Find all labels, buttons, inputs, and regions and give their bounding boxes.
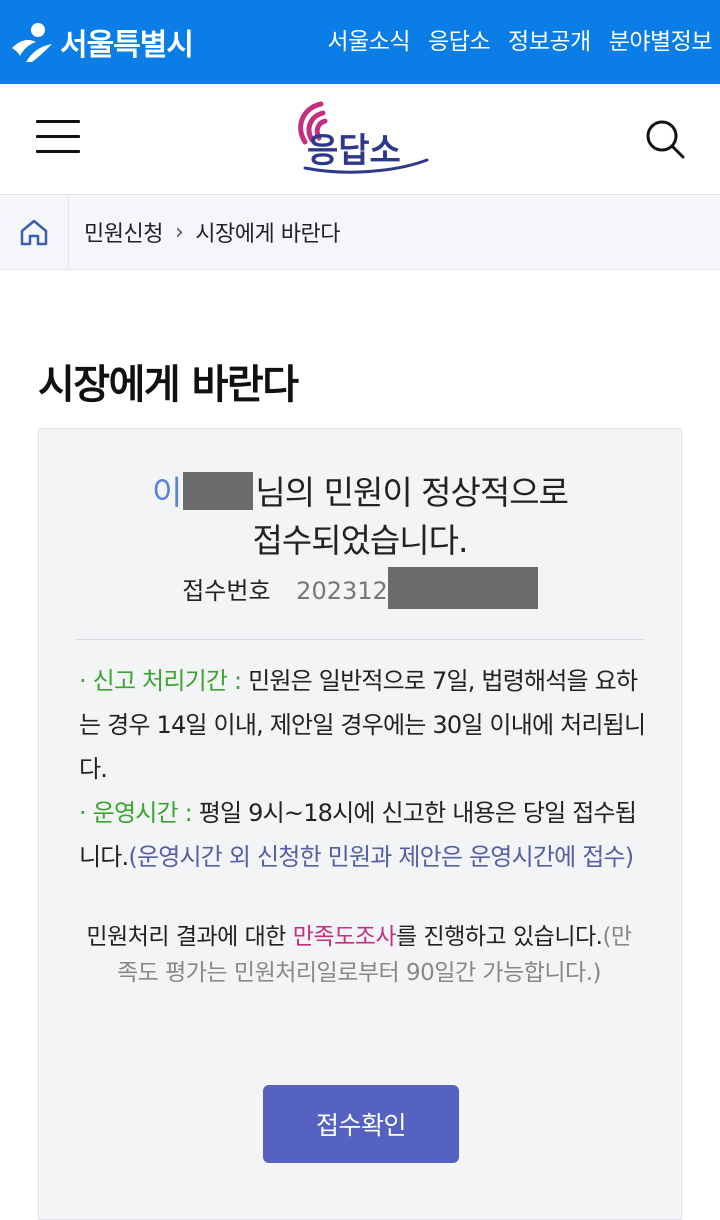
divider <box>77 639 643 640</box>
breadcrumb-item-complaint[interactable]: 민원신청 <box>84 216 163 248</box>
home-icon <box>20 219 48 246</box>
search-icon[interactable] <box>644 118 686 160</box>
top-bar: 서울특별시 서울소식 응답소 정보공개 분야별정보 <box>0 0 720 84</box>
seoul-logo[interactable]: 서울특별시 <box>8 14 194 70</box>
redaction-mask <box>387 567 538 609</box>
nav-seoul-news[interactable]: 서울소식 <box>327 22 410 56</box>
seoul-emblem-icon <box>12 23 52 62</box>
result-card: 이 님의 민원이 정상적으로 접수되었습니다. 접수번호 202312 · 신고 … <box>38 428 682 1220</box>
nav-field-info[interactable]: 분야별정보 <box>609 22 713 56</box>
confirm-receipt-button[interactable]: 접수확인 <box>263 1085 459 1163</box>
nav-info-disclosure[interactable]: 정보공개 <box>508 22 591 56</box>
page-title: 시장에게 바란다 <box>38 362 299 408</box>
header: 응답소 <box>0 84 720 195</box>
satisfaction-survey-notice: 민원처리 결과에 대한 만족도조사를 진행하고 있습니다.(만족도 평가는 민원… <box>86 924 632 986</box>
hamburger-icon[interactable] <box>36 120 80 156</box>
nav-eungdapso[interactable]: 응답소 <box>428 22 490 56</box>
top-nav: 서울소식 응답소 정보공개 분야별정보 <box>327 22 712 56</box>
site-name: 서울특별시 <box>60 28 194 63</box>
redaction-mask <box>183 472 254 510</box>
receipt-number: 접수번호 202312 <box>39 567 681 609</box>
info-list: · 신고 처리기간 : 민원은 일반적으로 7일, 법령해석을 요하는 경우 1… <box>79 659 649 879</box>
info-item-operating-hours: · 운영시간 : 평일 9시~18시에 신고한 내용은 당일 접수됩니다.(운영… <box>79 799 637 871</box>
home-button[interactable] <box>0 195 69 269</box>
applicant-name: 이 <box>152 473 182 512</box>
survey-link[interactable]: 만족도조사 <box>293 924 397 950</box>
breadcrumb-item-current[interactable]: 시장에게 바란다 <box>195 216 340 248</box>
info-item-processing-period: · 신고 처리기간 : 민원은 일반적으로 7일, 법령해석을 요하는 경우 1… <box>79 667 646 783</box>
eungdapso-logo[interactable]: 응답소 <box>285 96 435 182</box>
breadcrumb: 민원신청 › 시장에게 바란다 <box>0 195 720 270</box>
receipt-label: 접수번호 <box>182 577 271 605</box>
chevron-right-icon: › <box>174 219 184 245</box>
result-message: 이 님의 민원이 정상적으로 접수되었습니다. <box>152 472 569 560</box>
svg-text:응답소: 응답소 <box>307 131 401 171</box>
receipt-value: 202312 <box>296 577 388 605</box>
